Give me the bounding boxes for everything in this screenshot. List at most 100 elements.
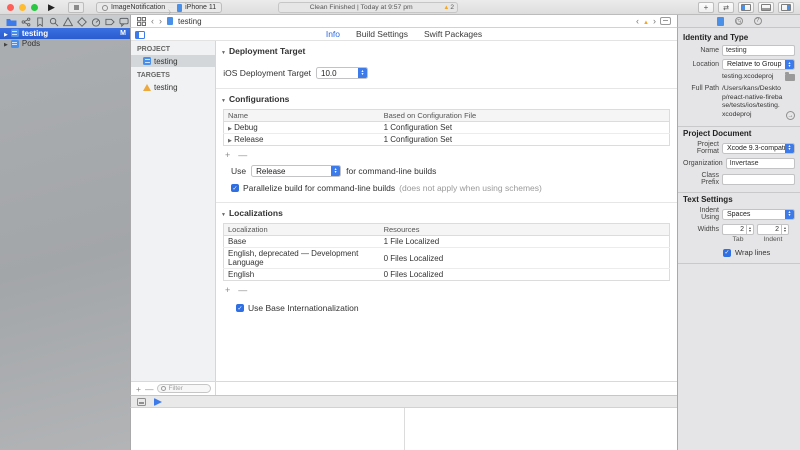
symbol-navigator-icon[interactable] [35, 17, 45, 27]
console-layout-icon[interactable] [137, 398, 146, 406]
breakpoint-navigator-icon[interactable] [105, 17, 115, 27]
stop-button[interactable] [68, 2, 84, 13]
dropdown-arrows-icon [331, 166, 340, 176]
scheme-name: ImageNotification [111, 4, 165, 11]
project-navigator: testing M Pods [0, 28, 130, 450]
class-prefix-field[interactable] [722, 174, 795, 185]
add-configuration-button[interactable]: + [225, 150, 230, 160]
disclosure-down-icon[interactable] [221, 46, 226, 56]
source-control-navigator-icon[interactable] [21, 17, 31, 27]
inspector-divider [678, 192, 800, 193]
warning-count[interactable]: 2 [450, 4, 454, 11]
indent-using-dropdown[interactable]: Spaces [722, 209, 795, 220]
toggle-inspector-button[interactable] [778, 2, 794, 13]
project-format-dropdown[interactable]: Xcode 9.3-compatible [722, 143, 795, 154]
organization-field[interactable]: Invertase [726, 158, 795, 169]
toggle-debug-area-button[interactable] [758, 2, 774, 13]
column-header-based-on[interactable]: Based on Configuration File [380, 110, 670, 122]
navigator-item-testing[interactable]: testing M [0, 28, 130, 39]
toggle-navigator-button[interactable] [738, 2, 754, 13]
remove-configuration-button[interactable]: — [238, 150, 247, 160]
run-button[interactable] [48, 2, 55, 13]
localization-name: Base [224, 236, 380, 248]
location-dropdown[interactable]: Relative to Group [722, 59, 795, 70]
toggle-targets-list-icon[interactable] [135, 31, 145, 39]
disclosure-icon[interactable] [228, 123, 232, 132]
wrap-lines-checkbox[interactable] [723, 249, 731, 257]
project-navigator-icon[interactable] [6, 17, 17, 27]
navigator-item-pods[interactable]: Pods [0, 39, 130, 50]
column-header-localization[interactable]: Localization [224, 224, 380, 236]
jump-bar-file[interactable]: testing [178, 17, 202, 26]
tab-build-settings[interactable]: Build Settings [356, 29, 408, 39]
back-icon[interactable] [151, 17, 154, 26]
remove-target-button[interactable]: — [145, 384, 154, 394]
indent-width-stepper[interactable]: 2 [757, 224, 789, 235]
variables-view[interactable] [131, 408, 404, 450]
column-header-name[interactable]: Name [224, 110, 380, 122]
editor-mode-button[interactable]: ⇄ [718, 2, 734, 13]
console-view[interactable] [404, 408, 677, 450]
name-field[interactable]: testing [722, 45, 795, 56]
stepper-arrows-icon[interactable] [781, 225, 788, 234]
deployment-target-section-header[interactable]: Deployment Target [216, 41, 677, 56]
warning-icon[interactable] [443, 4, 449, 11]
previous-issue-icon[interactable] [636, 17, 639, 26]
column-header-resources[interactable]: Resources [380, 224, 670, 236]
choose-folder-icon[interactable] [785, 74, 795, 81]
breakpoints-toggle-icon[interactable] [154, 398, 162, 406]
sidebar-project-testing[interactable]: testing [131, 55, 215, 67]
filter-icon [161, 386, 166, 391]
file-icon [167, 17, 173, 25]
dropdown-arrows-icon [785, 144, 794, 153]
disclosure-icon[interactable] [228, 135, 232, 144]
history-inspector-icon[interactable]: ◷ [735, 17, 743, 25]
issue-navigator-icon[interactable] [63, 17, 73, 27]
reveal-in-finder-icon[interactable] [786, 111, 795, 120]
command-line-config-dropdown[interactable]: Release [251, 165, 341, 177]
table-row[interactable]: English 0 Files Localized [224, 269, 670, 281]
issue-warning-icon[interactable] [643, 16, 649, 26]
remove-localization-button[interactable]: — [238, 285, 247, 295]
close-window-button[interactable] [7, 4, 14, 11]
localizations-section-header[interactable]: Localizations [216, 203, 677, 218]
base-internationalization-checkbox[interactable] [236, 304, 244, 312]
report-navigator-icon[interactable] [119, 17, 129, 27]
parallelize-checkbox[interactable] [231, 184, 239, 192]
disclosure-down-icon[interactable] [221, 208, 226, 218]
sidebar-target-testing[interactable]: testing [131, 81, 215, 93]
tab-swift-packages[interactable]: Swift Packages [424, 29, 482, 39]
indent-caption: Indent [757, 236, 789, 243]
tab-width-stepper[interactable]: 2 [722, 224, 754, 235]
editor-options-icon[interactable] [660, 17, 671, 25]
filter-field[interactable]: Filter [157, 384, 211, 393]
table-row[interactable]: Base 1 File Localized [224, 236, 670, 248]
forward-icon[interactable] [159, 17, 162, 26]
test-navigator-icon[interactable] [77, 17, 87, 27]
next-issue-icon[interactable] [653, 17, 656, 26]
configurations-section-header[interactable]: Configurations [216, 89, 677, 104]
add-localization-button[interactable]: + [225, 285, 230, 295]
library-button[interactable]: + [698, 2, 714, 13]
table-row[interactable]: Debug 1 Configuration Set [224, 122, 670, 134]
zoom-window-button[interactable] [31, 4, 38, 11]
table-row[interactable]: English, deprecated — Development Langua… [224, 248, 670, 269]
deployment-target-dropdown[interactable]: 10.0 [316, 67, 368, 79]
related-items-icon[interactable] [137, 17, 146, 26]
scheme-selector[interactable]: ImageNotification iPhone 11 [96, 2, 222, 13]
disclosure-icon[interactable] [4, 29, 8, 38]
minimize-window-button[interactable] [19, 4, 26, 11]
add-target-button[interactable]: + [136, 384, 141, 394]
inspector-divider [678, 126, 800, 127]
quick-help-inspector-icon[interactable]: ? [754, 17, 762, 25]
dropdown-arrows-icon [358, 68, 367, 78]
disclosure-down-icon[interactable] [221, 94, 226, 104]
tab-info[interactable]: Info [326, 29, 340, 39]
find-navigator-icon[interactable] [49, 17, 59, 27]
table-row[interactable]: Release 1 Configuration Set [224, 134, 670, 146]
stepper-arrows-icon[interactable] [746, 225, 753, 234]
config-name: Debug [234, 123, 258, 132]
disclosure-icon[interactable] [4, 39, 8, 48]
debug-navigator-icon[interactable] [91, 17, 101, 27]
file-inspector-icon[interactable] [717, 17, 724, 26]
